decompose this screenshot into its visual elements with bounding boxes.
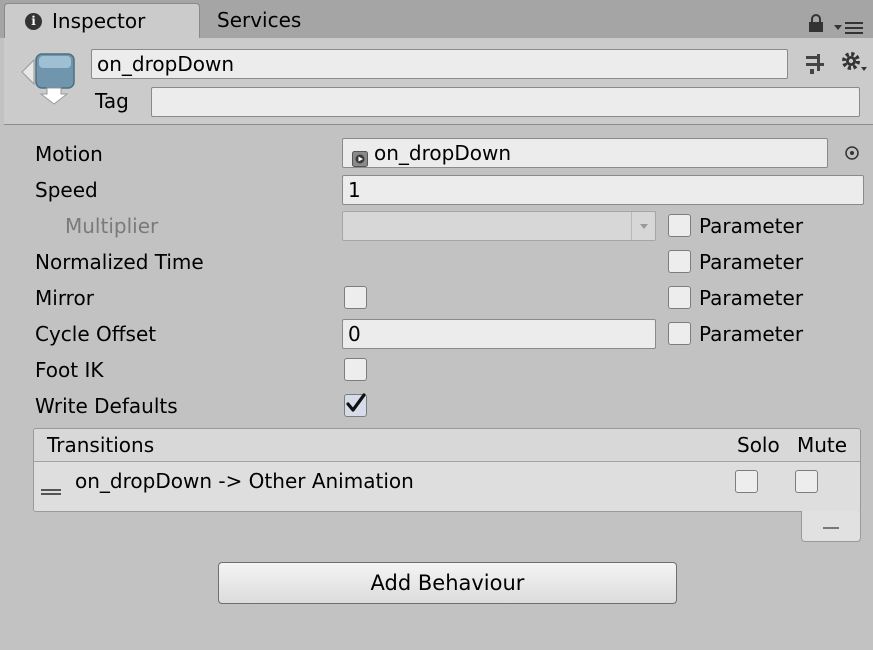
cycle-offset-parameter-checkbox[interactable] [668, 322, 691, 345]
lock-icon[interactable] [808, 14, 824, 32]
speed-value: 1 [348, 178, 361, 202]
foot-ik-label: Foot IK [35, 358, 104, 382]
state-name-field[interactable]: on_dropDown [91, 49, 788, 79]
normalized-time-parameter-checkbox[interactable] [668, 250, 691, 273]
multiplier-parameter-label: Parameter [699, 214, 804, 238]
transition-label: on_dropDown -> Other Animation [75, 469, 414, 493]
transition-row[interactable]: on_dropDown -> Other Animation [34, 462, 860, 511]
minus-icon [823, 527, 839, 529]
tab-inspector-label: Inspector [52, 9, 146, 33]
transition-mute-checkbox[interactable] [795, 470, 818, 493]
mirror-checkbox[interactable] [344, 286, 367, 309]
cycle-offset-parameter-label: Parameter [699, 322, 804, 346]
multiplier-dropdown[interactable] [342, 211, 656, 241]
cycle-offset-label: Cycle Offset [35, 322, 157, 346]
cycle-offset-field[interactable]: 0 [342, 319, 656, 349]
transitions-list: Transitions Solo Mute on_dropDown -> Oth… [33, 428, 861, 512]
tab-inspector[interactable]: i Inspector [4, 3, 200, 38]
animation-clip-icon [352, 146, 368, 167]
cycle-offset-value: 0 [348, 322, 361, 346]
tag-label: Tag [95, 89, 129, 113]
transitions-title: Transitions [47, 433, 155, 457]
info-icon: i [25, 13, 42, 30]
checkmark-icon [346, 393, 366, 412]
foot-ik-checkbox[interactable] [344, 358, 367, 381]
tab-services-label: Services [217, 8, 302, 32]
mute-header: Mute [797, 433, 848, 457]
speed-field[interactable]: 1 [342, 175, 864, 205]
tag-field[interactable] [151, 87, 860, 117]
tab-menu-icon[interactable] [832, 18, 866, 34]
preset-icon[interactable] [804, 52, 826, 76]
multiplier-label: Multiplier [65, 214, 159, 238]
mirror-parameter-checkbox[interactable] [668, 286, 691, 309]
remove-transition-button[interactable] [801, 511, 861, 542]
add-behaviour-button[interactable]: Add Behaviour [218, 562, 677, 604]
speed-label: Speed [35, 178, 98, 202]
motion-label: Motion [35, 142, 103, 166]
transitions-header: Transitions Solo Mute [34, 429, 860, 462]
animator-state-icon [20, 50, 78, 106]
mirror-parameter-label: Parameter [699, 286, 804, 310]
normalized-time-parameter-label: Parameter [699, 250, 804, 274]
mirror-label: Mirror [35, 286, 94, 310]
drag-handle-icon[interactable] [40, 482, 62, 495]
write-defaults-label: Write Defaults [35, 394, 178, 418]
motion-value: on_dropDown [374, 141, 511, 165]
dropdown-arrow-icon [631, 212, 656, 240]
tab-services[interactable]: Services [204, 3, 344, 38]
write-defaults-checkbox[interactable] [344, 393, 367, 417]
solo-header: Solo [737, 433, 780, 457]
motion-field[interactable]: on_dropDown [342, 138, 828, 168]
transition-solo-checkbox[interactable] [735, 470, 758, 493]
normalized-time-label: Normalized Time [35, 250, 204, 274]
gear-icon[interactable] [839, 50, 869, 76]
multiplier-parameter-checkbox[interactable] [668, 214, 691, 237]
state-name-value: on_dropDown [97, 52, 234, 76]
object-picker-icon[interactable] [844, 145, 860, 161]
